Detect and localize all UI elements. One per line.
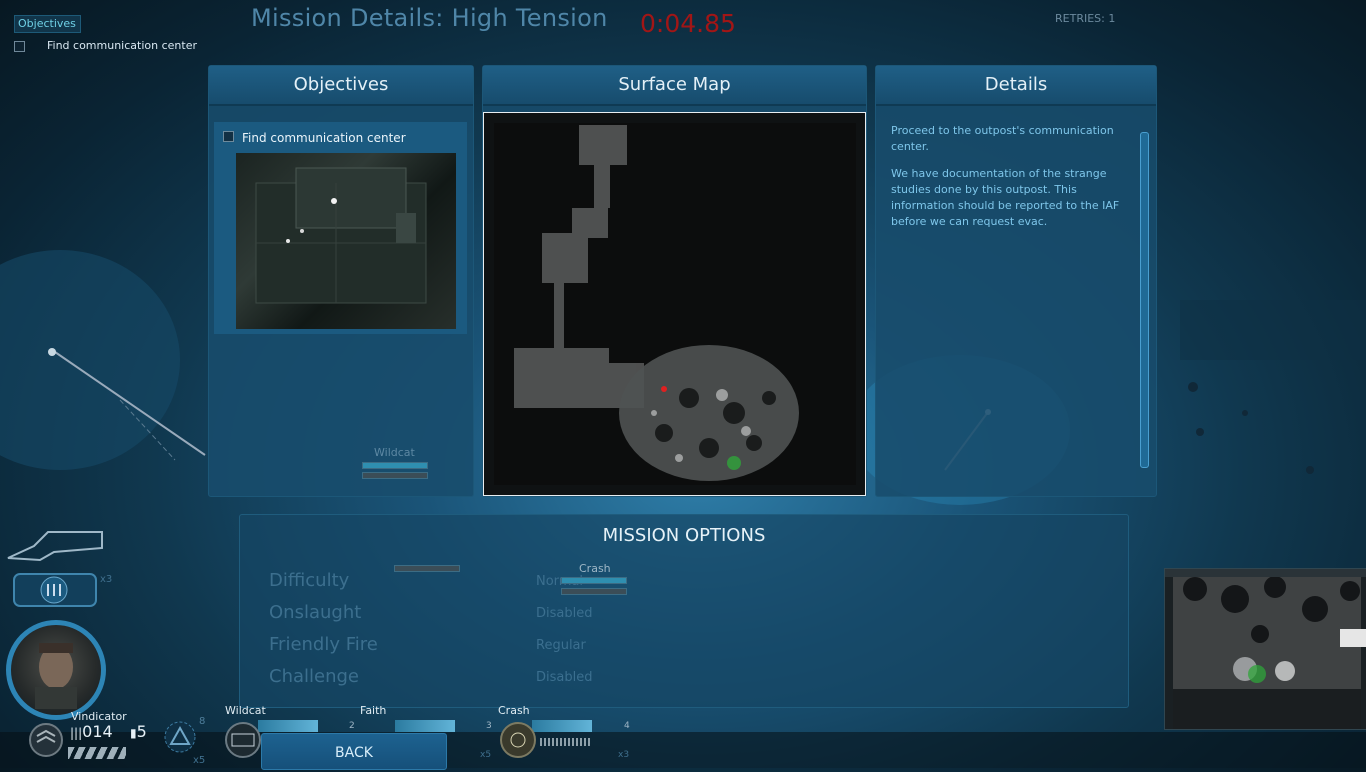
option-label-difficulty[interactable]: Difficulty (269, 570, 349, 591)
squad-wildcat-name: Wildcat (225, 704, 266, 717)
squad-wildcat-number: 2 (349, 721, 355, 731)
option-value-onslaught[interactable]: Disabled (536, 606, 592, 621)
minimap[interactable] (1164, 568, 1366, 730)
leader-ammo: |||014 (70, 722, 113, 741)
squad-faith-multiplier: x5 (480, 750, 492, 760)
option-label-challenge[interactable]: Challenge (269, 666, 359, 687)
rank-icon (29, 723, 63, 757)
option-label-onslaught[interactable]: Onslaught (269, 602, 361, 623)
leader-grenades: ▮5 (130, 722, 147, 741)
objective-checkbox (223, 131, 234, 142)
objective-preview-image (236, 153, 456, 329)
grenade-icon: ▮ (130, 726, 137, 740)
details-heading: Details (876, 66, 1156, 106)
squad-faith-name: Faith (360, 704, 387, 717)
world-health-bar-crash (561, 577, 627, 584)
world-label-crash: Crash (579, 562, 611, 575)
leader-health-segments (68, 747, 126, 759)
hud-objective-row: Find communication center (14, 39, 197, 52)
back-button[interactable]: BACK (261, 733, 447, 770)
mission-timer: 0:04.85 (640, 9, 736, 38)
objective-label: Find communication center (242, 131, 406, 145)
weapon-hud (7, 531, 103, 607)
leader-portrait (6, 620, 106, 720)
squad-crash-ammo-bar (540, 738, 590, 746)
mission-options-heading: MISSION OPTIONS (602, 525, 766, 546)
squad-faith-number: 3 (486, 721, 492, 731)
details-panel: Details Proceed to the outpost's communi… (875, 65, 1157, 497)
rifle-icon (7, 531, 103, 562)
mission-options-panel: MISSION OPTIONS Difficulty Normal Onslau… (239, 514, 1129, 708)
squad-crash-multiplier: x3 (618, 750, 630, 760)
details-paragraph-2: We have documentation of the strange stu… (891, 167, 1120, 228)
world-label-wildcat: Wildcat (374, 446, 415, 459)
details-body: Proceed to the outpost's communication c… (891, 123, 1121, 241)
option-value-challenge[interactable]: Disabled (536, 670, 592, 685)
hud-objective-label: Find communication center (47, 39, 197, 52)
squad-wildcat-weapon-icon[interactable] (223, 720, 263, 760)
surface-map-panel: Surface Map (482, 65, 867, 497)
world-health-bar-wildcat (362, 462, 428, 469)
squad-crash-health (532, 720, 592, 732)
details-paragraph-1: Proceed to the outpost's communication c… (891, 124, 1114, 153)
surface-map[interactable] (483, 112, 866, 496)
leader-multiplier: x5 (193, 755, 206, 766)
ability-triangle-icon[interactable] (163, 720, 197, 754)
retries-counter: RETRIES: 1 (1055, 12, 1116, 25)
weapon-ammo-multiplier: x3 (100, 574, 113, 585)
mission-title: Mission Details: High Tension (251, 4, 608, 32)
world-shield-bar-crash (561, 588, 627, 595)
details-scrollbar[interactable] (1140, 132, 1149, 468)
surface-map-heading: Surface Map (483, 66, 866, 106)
option-label-friendly-fire[interactable]: Friendly Fire (269, 634, 378, 655)
squad-crash-weapon-icon[interactable] (498, 720, 538, 760)
world-shield-bar-faith (394, 565, 460, 572)
objectives-panel: Objectives Find communication center Wil… (208, 65, 474, 497)
map-player-marker (661, 386, 667, 392)
bullets-icon: ||| (70, 726, 83, 740)
option-value-friendly-fire[interactable]: Regular (536, 638, 586, 653)
objectives-heading: Objectives (209, 66, 473, 106)
squad-crash-name: Crash (498, 704, 530, 717)
squad-wildcat-health (258, 720, 318, 732)
objective-card[interactable]: Find communication center (214, 122, 467, 334)
leader-item-count: 8 (199, 716, 206, 727)
squad-crash-number: 4 (624, 721, 630, 731)
world-shield-bar-wildcat (362, 472, 428, 479)
squad-faith-health (395, 720, 455, 732)
hud-objective-checkbox (14, 40, 25, 52)
hud-objectives-tab[interactable]: Objectives (14, 15, 81, 33)
